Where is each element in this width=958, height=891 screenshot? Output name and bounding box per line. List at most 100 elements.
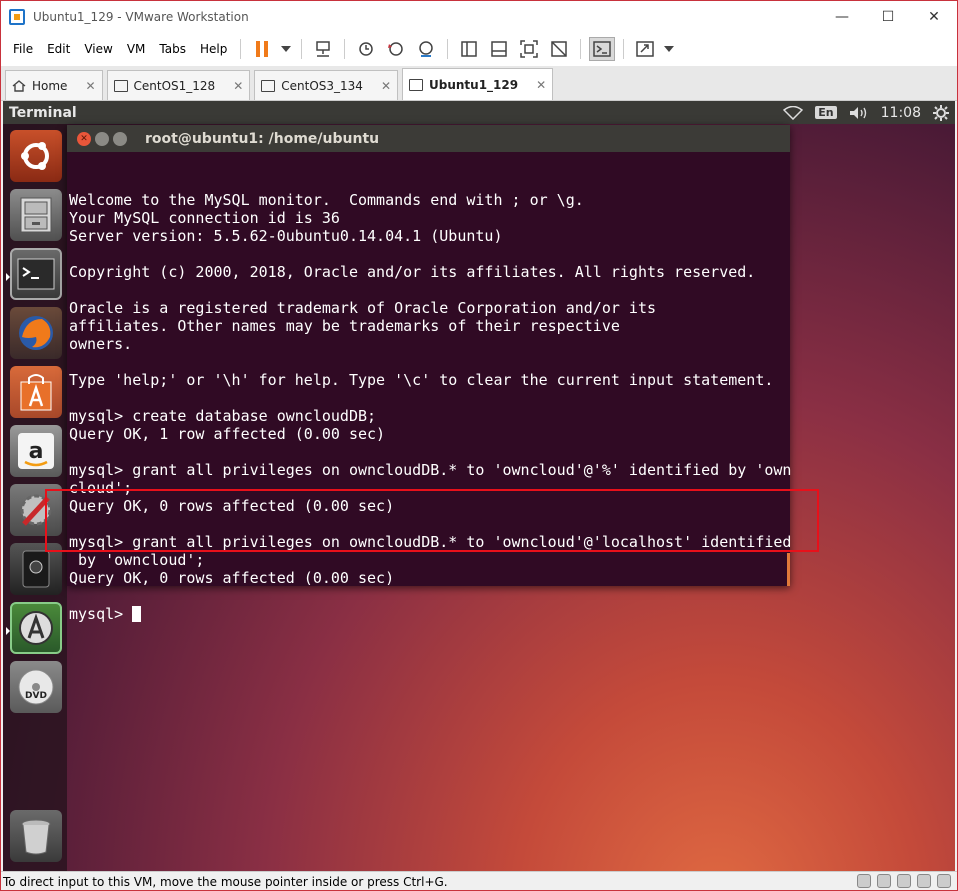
terminal-titlebar[interactable]: ✕ root@ubuntu1: /home/ubuntu: [67, 125, 790, 152]
terminal-line: Copyright (c) 2000, 2018, Oracle and/or …: [69, 263, 756, 281]
gear-icon[interactable]: [933, 104, 949, 121]
toolbar-separator: [240, 39, 242, 59]
status-text: To direct input to this VM, move the mou…: [3, 874, 448, 889]
keyboard-layout-badge[interactable]: En: [815, 106, 837, 119]
wifi-icon[interactable]: [783, 105, 804, 120]
terminal-title: root@ubuntu1: /home/ubuntu: [145, 130, 380, 147]
menu-help[interactable]: Help: [193, 42, 234, 56]
vm-icon: [261, 79, 276, 92]
tab-ubuntu1[interactable]: Ubuntu1_129 ✕: [402, 68, 554, 100]
stretch-icon: [636, 41, 655, 57]
updater-icon: [19, 611, 53, 645]
device-status-icons: [857, 874, 951, 888]
toolbar-separator: [447, 39, 449, 59]
clock[interactable]: 11:08: [881, 105, 921, 121]
launcher-software-updater[interactable]: [6, 602, 62, 654]
snapshot-button[interactable]: [353, 37, 379, 61]
snapshot-manager-button[interactable]: [413, 37, 439, 61]
launcher-software-center[interactable]: [10, 366, 62, 418]
menu-file[interactable]: File: [1, 42, 40, 56]
window-controls: — ☐ ✕: [819, 1, 957, 32]
hdd-icon[interactable]: [857, 874, 871, 888]
launcher-dvd[interactable]: DVD: [10, 661, 62, 713]
vm-screen[interactable]: Terminal En 11:08 a DVD ✕ root@ubuntu1: …: [3, 101, 955, 871]
terminal-maximize-button[interactable]: [113, 131, 127, 146]
tab-label: Home: [32, 78, 68, 93]
terminal-prompt-line[interactable]: mysql>: [69, 605, 789, 623]
terminal-scrollbar[interactable]: [787, 553, 790, 586]
svg-text:a: a: [29, 439, 44, 464]
cd-icon[interactable]: [877, 874, 891, 888]
launcher-amazon[interactable]: a: [10, 425, 62, 477]
menu-vm[interactable]: VM: [120, 42, 153, 56]
terminal-prompt: mysql>: [69, 605, 133, 623]
menu-view[interactable]: View: [77, 42, 119, 56]
display-icon[interactable]: [917, 874, 931, 888]
tab-label: CentOS3_134: [281, 78, 363, 93]
tab-label: CentOS1_128: [133, 78, 216, 93]
terminal-line: mysql> create database owncloudDB;: [69, 407, 377, 425]
menu-bar: File Edit View VM Tabs Help: [1, 32, 957, 66]
terminal-line: affiliates. Other names may be trademark…: [69, 317, 620, 335]
show-library-button[interactable]: [456, 37, 482, 61]
shopping-bag-icon: [20, 374, 52, 411]
menu-edit[interactable]: Edit: [40, 42, 77, 56]
send-ctrl-alt-del-button[interactable]: [310, 37, 336, 61]
volume-icon[interactable]: [849, 106, 869, 120]
revert-snapshot-button[interactable]: [383, 37, 409, 61]
minimize-button[interactable]: —: [819, 1, 865, 32]
fullscreen-icon: [520, 40, 539, 58]
terminal-line: Type 'help;' or '\h' for help. Type '\c'…: [69, 371, 774, 389]
tab-centos3[interactable]: CentOS3_134 ✕: [254, 70, 398, 100]
toolbar-separator: [301, 39, 303, 59]
vmware-app-icon: [9, 8, 25, 25]
message-icon[interactable]: [937, 874, 951, 888]
launcher-terminal[interactable]: [6, 248, 62, 300]
stretch-guest-button[interactable]: [632, 37, 658, 61]
camera-icon: [22, 550, 50, 588]
terminal-minimize-button[interactable]: [95, 131, 109, 146]
console-view-button[interactable]: [589, 37, 616, 61]
menu-tabs[interactable]: Tabs: [152, 42, 193, 56]
file-cabinet-icon: [20, 197, 52, 233]
home-icon: [12, 79, 26, 92]
status-bar: To direct input to this VM, move the mou…: [1, 871, 957, 890]
clock-icon: [359, 42, 374, 56]
tab-close-icon[interactable]: ✕: [233, 79, 243, 93]
library-icon: [461, 41, 478, 57]
launcher-trash[interactable]: [10, 810, 62, 862]
stretch-dropdown-button[interactable]: [662, 37, 676, 61]
terminal-close-button[interactable]: ✕: [77, 131, 91, 146]
manage-clock-icon: [419, 41, 434, 57]
launcher-files[interactable]: [10, 189, 62, 241]
tab-home[interactable]: Home ✕: [5, 70, 103, 100]
tab-centos1[interactable]: CentOS1_128 ✕: [106, 70, 251, 100]
terminal-line: owners.: [69, 335, 133, 353]
close-button[interactable]: ✕: [911, 1, 957, 32]
active-app-title: Terminal: [9, 104, 77, 121]
tab-close-icon[interactable]: ✕: [536, 78, 546, 92]
tab-close-icon[interactable]: ✕: [85, 79, 95, 93]
chevron-down-icon: [281, 46, 292, 52]
unity-icon: [551, 41, 568, 57]
maximize-button[interactable]: ☐: [865, 1, 911, 32]
launcher-firefox[interactable]: [10, 307, 62, 359]
pause-button[interactable]: [249, 37, 275, 61]
show-thumbnails-button[interactable]: [486, 37, 512, 61]
thumbnails-icon: [491, 41, 508, 57]
power-dropdown-button[interactable]: [279, 37, 293, 61]
window-title: Ubuntu1_129 - VMware Workstation: [33, 9, 249, 24]
full-screen-button[interactable]: [516, 37, 542, 61]
terminal-line: mysql> grant all privileges on owncloudD…: [69, 461, 792, 479]
tab-close-icon[interactable]: ✕: [381, 79, 391, 93]
running-indicator: [6, 273, 10, 281]
unity-button[interactable]: [546, 37, 572, 61]
launcher-dash[interactable]: [10, 130, 62, 182]
terminal-line: Your MySQL connection id is 36: [69, 209, 340, 227]
network-adapter-icon[interactable]: [897, 874, 911, 888]
